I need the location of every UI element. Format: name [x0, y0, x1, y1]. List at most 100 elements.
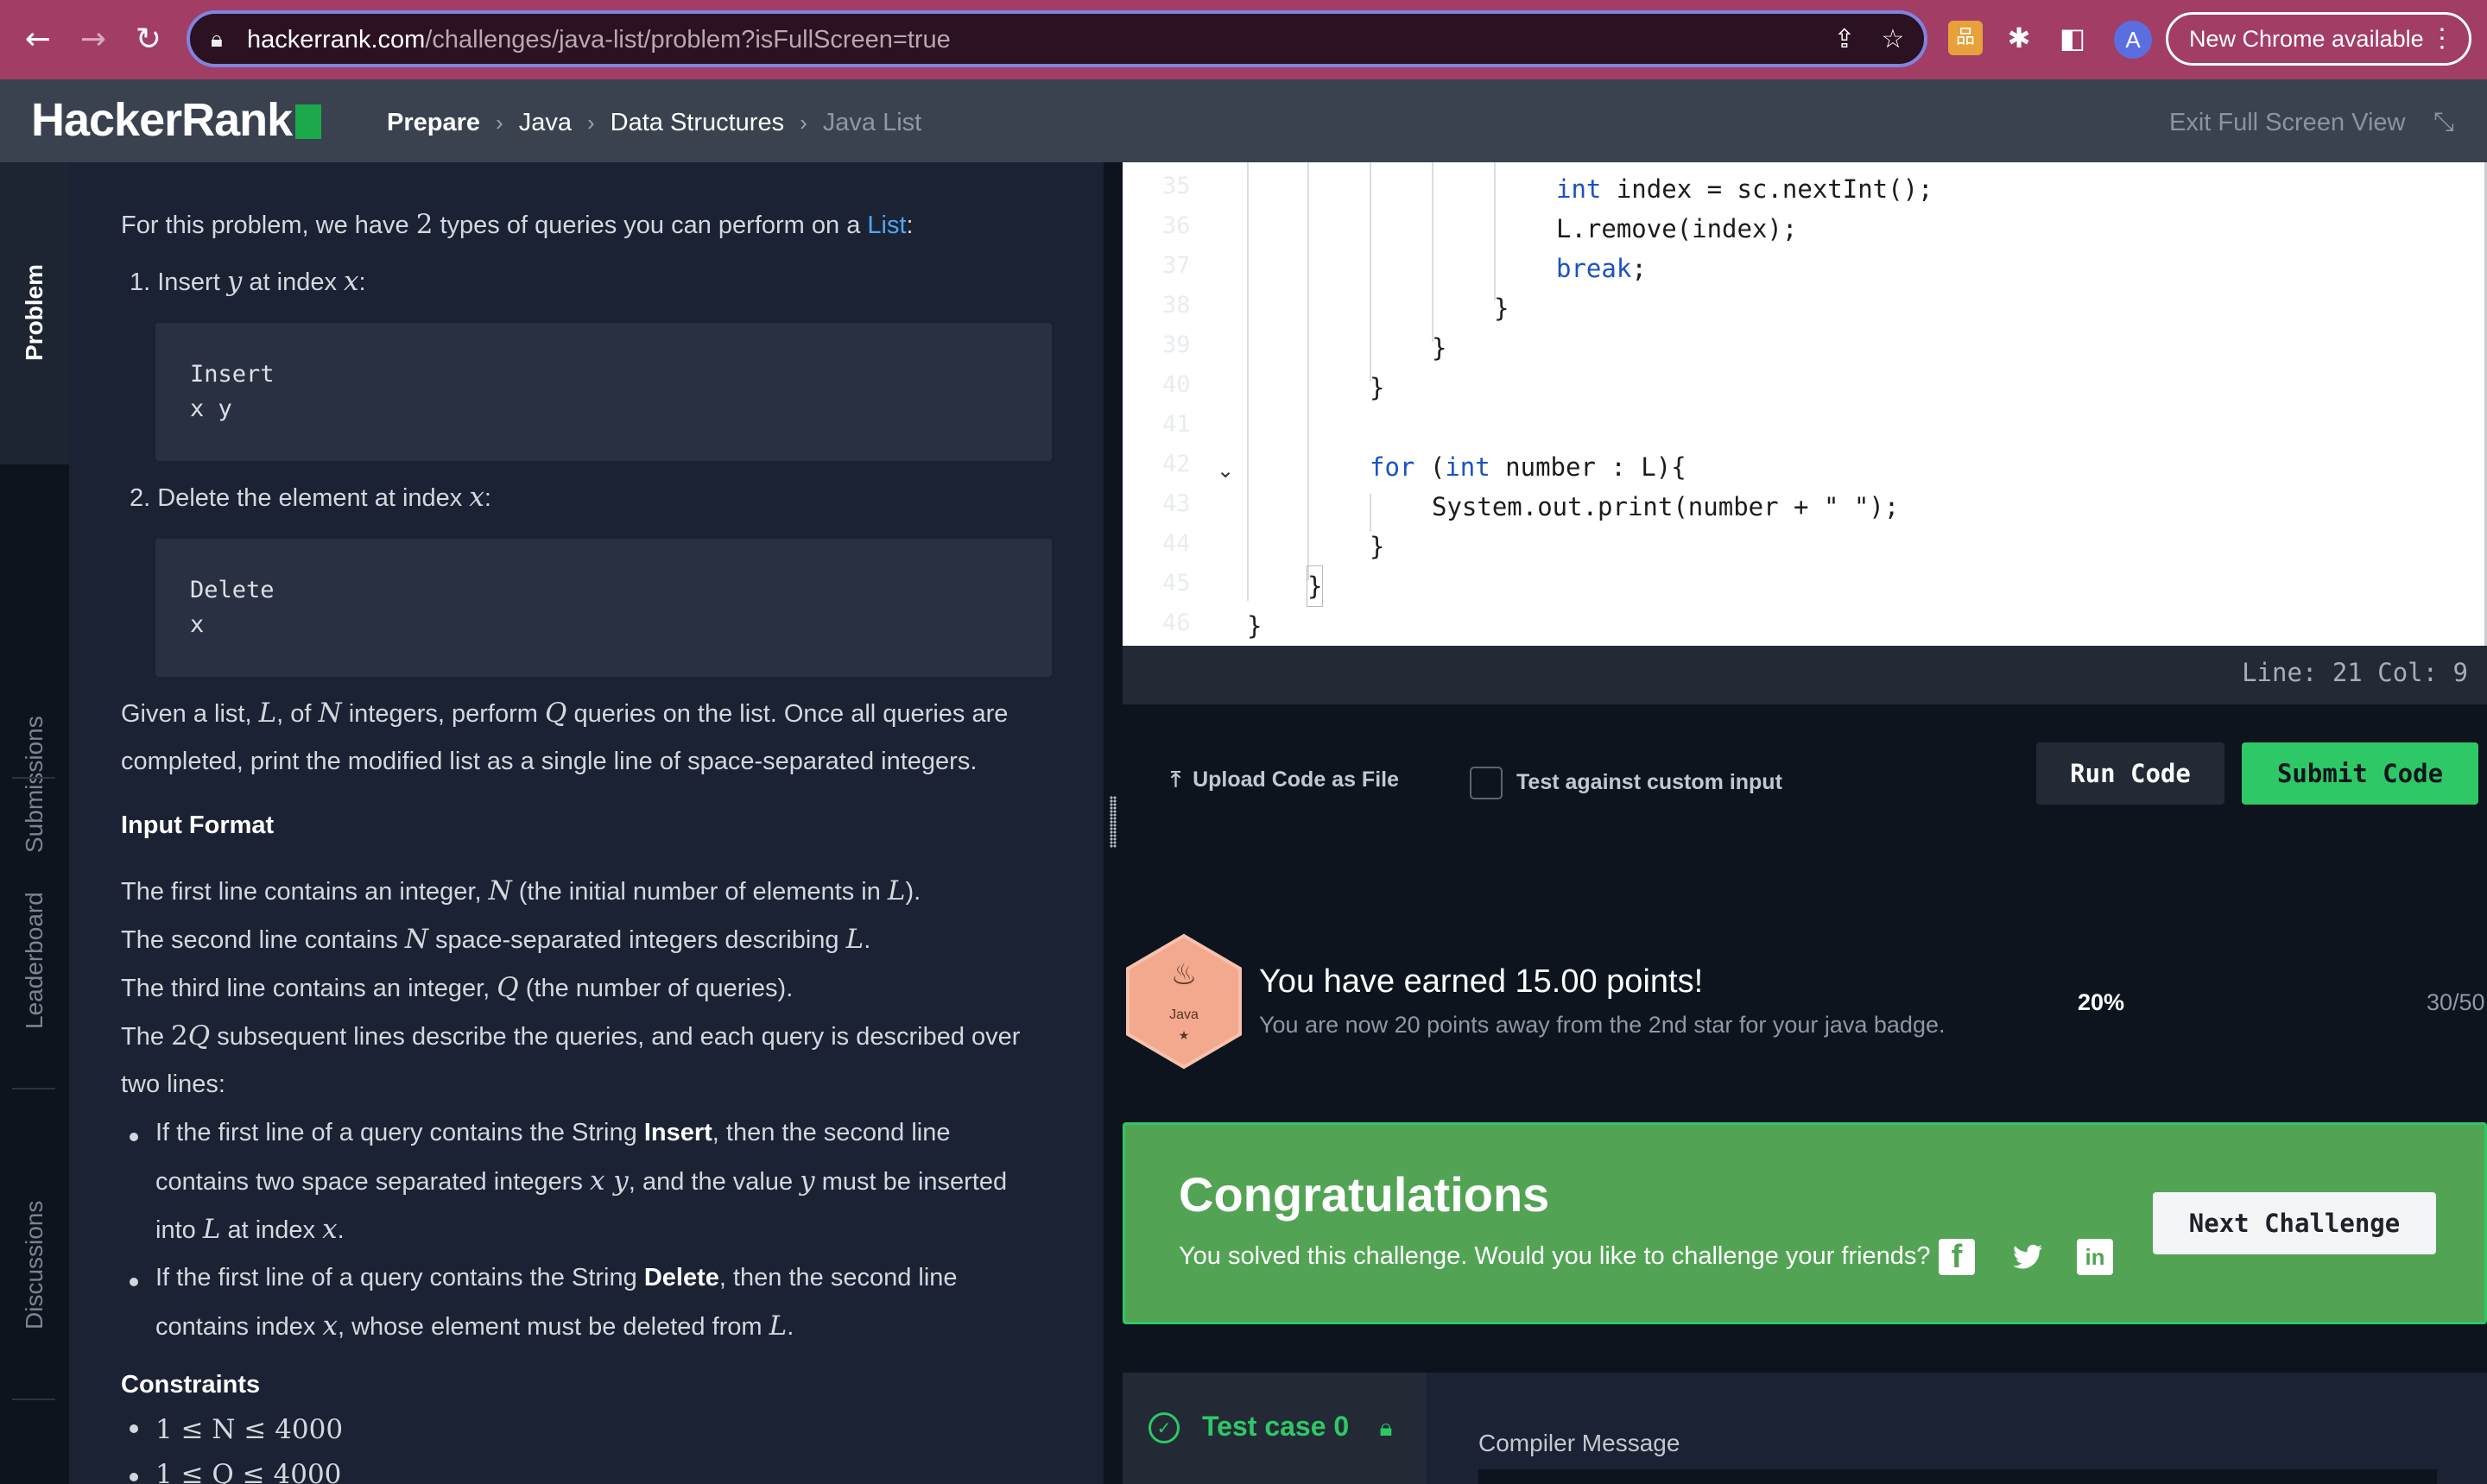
bullet-insert-2: contains two space separated integers x … [155, 1165, 1008, 1197]
breadcrumb-prepare[interactable]: Prepare [387, 105, 480, 140]
query-type-2: 2. Delete the element at index x: [130, 482, 491, 513]
url-host: hackerrank.com [247, 26, 426, 54]
code-line: x y [190, 395, 232, 422]
delete-code-block: Delete x [155, 539, 1052, 677]
test-case-tab[interactable]: ✓ Test case 0 🔒︎ [1123, 1373, 1427, 1484]
tab-problem[interactable]: Problem [0, 162, 69, 464]
chevron-right-icon: › [496, 110, 503, 136]
bullet-insert-3: into L at index x. [155, 1214, 345, 1245]
line-number: 45 [1162, 570, 1191, 597]
input-format-heading: Input Format [121, 811, 275, 839]
congratulations-title: Congratulations [1179, 1167, 1550, 1222]
compiler-message-label: Compiler Message [1478, 1430, 1680, 1456]
line-number: 46 [1162, 609, 1191, 636]
address-bar[interactable]: 🔒︎ hackerrank.com/challenges/java-list/p… [187, 10, 1927, 67]
line-number: 39 [1162, 332, 1191, 358]
input-line-2: The second line contains N space-separat… [121, 924, 871, 955]
forward-arrow-icon[interactable]: → [73, 19, 114, 60]
linkedin-icon[interactable]: in [2077, 1239, 2113, 1275]
tab-discussions[interactable]: Discussions [0, 1088, 69, 1399]
line-number: 42 [1162, 451, 1191, 477]
next-challenge-button[interactable]: Next Challenge [2153, 1192, 2436, 1254]
code-line-42: for (int number : L){ [1370, 452, 1686, 482]
code-editor[interactable]: 35 36 37 38 39 40 41 42 43 44 45 46 ⌄ in… [1123, 162, 2487, 646]
constraints-heading: Constraints [121, 1371, 261, 1399]
indent-guide [1432, 162, 1433, 342]
code-line-45: } [1306, 565, 1324, 607]
bullet-insert-1: If the first line of a query contains th… [155, 1119, 951, 1146]
url-path: /challenges/java-list/problem?isFullScre… [425, 26, 951, 54]
side-panel-icon[interactable]: ◧ [2055, 21, 2090, 55]
code-line: x [190, 611, 205, 638]
line-number: 35 [1162, 173, 1191, 199]
url-text[interactable]: hackerrank.com/challenges/java-list/prob… [247, 26, 951, 54]
upload-code-button[interactable]: ⤒ Upload Code as File [1171, 767, 1399, 793]
editor-actions: ⤒ Upload Code as File Test against custom… [1123, 704, 2487, 920]
code-line-44: } [1370, 532, 1385, 561]
indent-guide [1494, 162, 1496, 300]
bullet-dot [130, 1278, 138, 1286]
extension-grid-icon[interactable]: 品 [1948, 21, 1983, 55]
input-line-4b: two lines: [121, 1070, 225, 1098]
java-badge-icon: ♨ Java ★ [1126, 933, 1242, 1070]
run-code-button[interactable]: Run Code [2036, 742, 2224, 805]
extensions-puzzle-icon[interactable]: ✱ [2002, 21, 2036, 55]
tab-divider [12, 1399, 55, 1400]
line-number: 36 [1162, 212, 1191, 239]
back-arrow-icon[interactable]: ← [17, 19, 59, 60]
line-number: 37 [1162, 252, 1191, 279]
indent-guide [1370, 162, 1371, 382]
share-icon[interactable]: ⇪ [1829, 24, 1860, 55]
tab-leaderboard[interactable]: Leaderboard [0, 777, 69, 1088]
logo-text: HackerRank [31, 94, 293, 146]
points-earned-subtitle: You are now 20 points away from the 2nd … [1259, 1012, 1946, 1038]
exit-full-screen-link[interactable]: Exit Full Screen View [2169, 105, 2405, 140]
breadcrumb-data-structures[interactable]: Data Structures [611, 105, 784, 140]
badge-label: Java [1169, 1007, 1199, 1022]
code-line-43: System.out.print(number + " "); [1432, 492, 1900, 521]
given-text-2: completed, print the modified list as a … [121, 748, 978, 775]
list-link[interactable]: List [867, 212, 906, 239]
custom-input-label[interactable]: Test against custom input [1516, 770, 1782, 795]
constraint-n: 1 ≤ N ≤ 4000 [155, 1414, 344, 1445]
insert-code-block: Insert x y [155, 323, 1052, 461]
bullet-delete-1: If the first line of a query contains th… [155, 1264, 958, 1291]
indent-guide [1247, 162, 1249, 601]
lock-icon: 🔒︎ [211, 27, 223, 53]
new-chrome-available-button[interactable]: New Chrome available ⋮ [2166, 12, 2471, 66]
drag-handle-icon[interactable] [1110, 796, 1117, 848]
points-earned-title: You have earned 15.00 points! [1259, 963, 1704, 1000]
breadcrumb-java[interactable]: Java [519, 105, 572, 140]
progress-fraction: 30/50 [2427, 989, 2485, 1015]
new-chrome-label: New Chrome available [2189, 26, 2424, 52]
line-number: 43 [1162, 490, 1191, 517]
pane-splitter[interactable] [1104, 162, 1123, 1484]
twitter-icon[interactable] [2009, 1239, 2046, 1275]
chevron-right-icon: › [586, 110, 595, 136]
bullet-dot [130, 1133, 138, 1141]
profile-avatar[interactable]: A [2114, 21, 2152, 59]
custom-input-checkbox[interactable] [1470, 767, 1503, 799]
cursor-position: Line: 21 Col: 9 [2242, 658, 2468, 687]
facebook-icon[interactable]: f [1939, 1239, 1975, 1275]
code-line: Delete [190, 577, 275, 603]
constraint-q: 1 ≤ Q ≤ 4000 [155, 1459, 342, 1484]
svg-text:♨: ♨ [1171, 957, 1197, 992]
line-number: 44 [1162, 530, 1191, 557]
check-circle-icon: ✓ [1149, 1412, 1180, 1443]
bookmark-star-icon[interactable]: ☆ [1877, 24, 1908, 55]
line-number: 40 [1162, 371, 1191, 398]
tab-discussions-label: Discussions [21, 1200, 47, 1329]
reload-icon[interactable]: ↻ [128, 19, 169, 60]
intro-text: For this problem, we have 2 types of que… [121, 209, 914, 240]
congratulations-panel: Congratulations You solved this challeng… [1123, 1122, 2487, 1324]
editor-gutter: 35 36 37 38 39 40 41 42 43 44 45 46 [1123, 162, 1235, 646]
fold-chevron-down-icon[interactable]: ⌄ [1212, 458, 1238, 483]
collapse-icon[interactable]: ⤡ [2428, 107, 2459, 138]
hackerrank-logo[interactable]: HackerRank [31, 93, 322, 147]
code-line-46: } [1247, 611, 1262, 641]
kebab-menu-icon[interactable]: ⋮ [2429, 15, 2455, 63]
input-line-1: The first line contains an integer, N (t… [121, 875, 921, 906]
submit-code-button[interactable]: Submit Code [2242, 742, 2478, 805]
compiler-message-box [1478, 1469, 2437, 1484]
